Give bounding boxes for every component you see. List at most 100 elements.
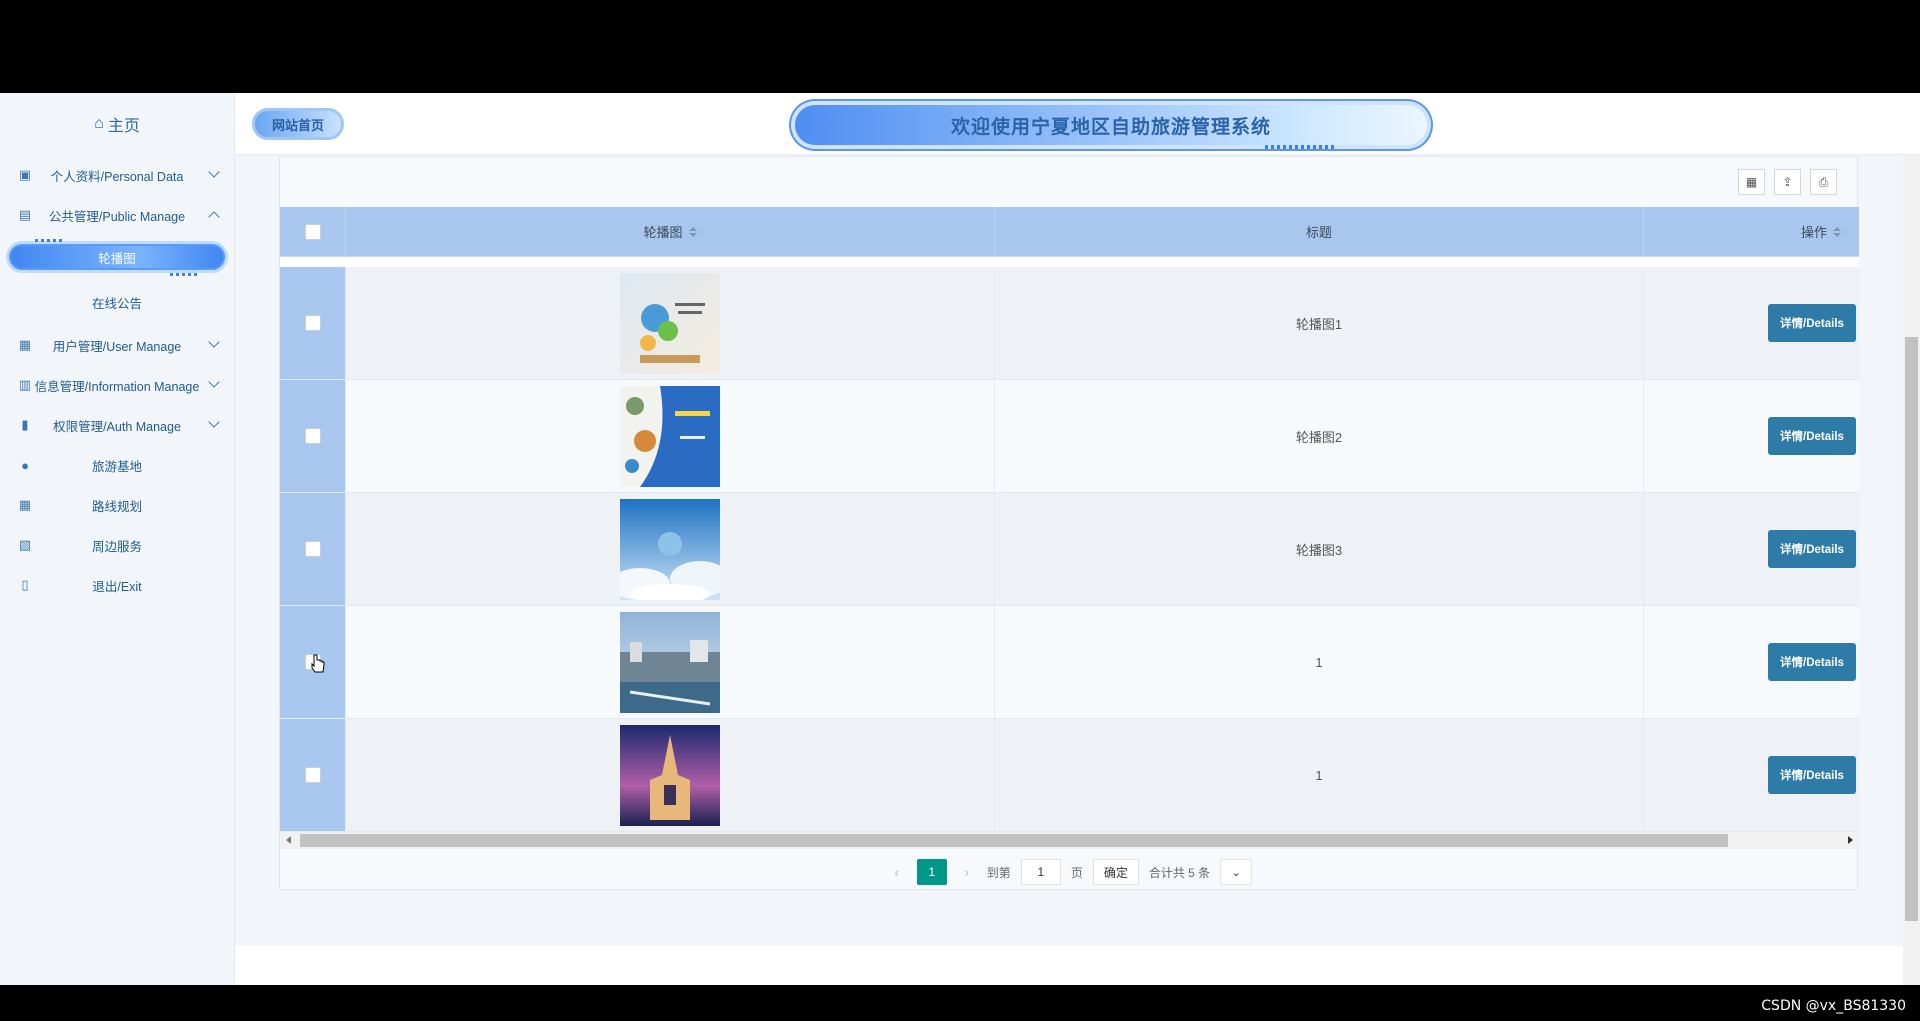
carousel-table-panel: ▦ ⇪ ⎙ 轮播图 标题 操作 轮播图1 详情/Details 轮播图2 详情/…: [279, 156, 1859, 890]
sidebar-item-label: 用户管理/User Manage: [52, 339, 182, 354]
sidebar-item-route-planning[interactable]: ▦ 路线规划: [0, 485, 234, 525]
table-row: 1 详情/Details: [280, 606, 1859, 719]
column-filter-icon[interactable]: ▦: [1738, 169, 1765, 195]
table-header: 轮播图 标题 操作: [280, 207, 1859, 257]
row-title: 1: [1315, 767, 1323, 783]
bar-chart-icon: ▥: [18, 377, 32, 392]
app-frame: ⌂ 主页 ▣ 个人资料/Personal Data ▤ 公共管理/Public …: [0, 93, 1920, 985]
details-button[interactable]: 详情/Details: [1768, 304, 1856, 342]
goto-label: 到第: [986, 865, 1011, 880]
column-header-carousel[interactable]: 轮播图: [346, 207, 995, 256]
carousel-thumbnail[interactable]: [620, 385, 720, 487]
horizontal-scrollbar[interactable]: [280, 832, 1859, 849]
sidebar-home-label: 主页: [107, 118, 140, 135]
goto-page-input[interactable]: 1: [1020, 859, 1061, 885]
row-select-cell: [280, 380, 346, 492]
row-checkbox[interactable]: [304, 541, 321, 557]
system-title-text: 欢迎使用宁夏地区自助旅游管理系统: [950, 116, 1271, 138]
clipboard-icon: ▤: [18, 207, 32, 222]
page-size-select[interactable]: ⌄: [1220, 859, 1253, 885]
scroll-left-icon[interactable]: [286, 836, 291, 844]
details-button[interactable]: 详情/Details: [1768, 417, 1856, 455]
column-header-title: 标题: [995, 207, 1644, 256]
pagination: ‹ 1 › 到第 1 页 确定 合计共 5 条 ⌄: [280, 855, 1859, 889]
site-home-button[interactable]: 网站首页: [252, 108, 344, 140]
row-title-cell: 轮播图1: [995, 267, 1644, 379]
row-checkbox[interactable]: [304, 428, 321, 444]
row-checkbox[interactable]: [304, 767, 321, 783]
column-header-label: 操作: [1800, 225, 1827, 240]
row-title-cell: 1: [995, 606, 1644, 718]
book-icon: ▯: [21, 577, 29, 592]
data-table: 轮播图 标题 操作 轮播图1 详情/Details 轮播图2 详情/Detail…: [280, 207, 1859, 832]
confirm-page-button[interactable]: 确定: [1092, 859, 1139, 885]
current-page[interactable]: 1: [916, 859, 947, 885]
row-title: 轮播图1: [1295, 316, 1343, 332]
row-checkbox[interactable]: [304, 315, 321, 331]
select-all-checkbox[interactable]: [304, 223, 321, 240]
sort-icon[interactable]: [688, 226, 697, 237]
print-icon[interactable]: ⎙: [1810, 169, 1837, 195]
row-image-cell: [346, 493, 995, 605]
row-title-cell: 轮播图3: [995, 493, 1644, 605]
sidebar-item-label: 周边服务: [91, 539, 142, 554]
sidebar-item-tourism-base[interactable]: ● 旅游基地: [0, 445, 234, 485]
sidebar-item-information-manage[interactable]: ▥ 信息管理/Information Manage: [0, 365, 234, 405]
details-button[interactable]: 详情/Details: [1768, 756, 1856, 794]
total-count: 合计共 5 条: [1148, 865, 1211, 880]
column-header-label: 标题: [1305, 225, 1332, 240]
location-person-icon: ●: [21, 457, 29, 473]
details-button[interactable]: 详情/Details: [1768, 530, 1856, 568]
row-select-cell: [280, 719, 346, 831]
sidebar-subitem-label: 轮播图: [98, 251, 136, 266]
active-pill: 轮播图: [6, 241, 228, 273]
system-title: 欢迎使用宁夏地区自助旅游管理系统: [795, 105, 1427, 145]
sidebar-item-user-manage[interactable]: ▦ 用户管理/User Manage: [0, 325, 234, 365]
carousel-thumbnail[interactable]: [620, 724, 720, 826]
row-title: 轮播图2: [1295, 429, 1343, 445]
sidebar-item-nearby-services[interactable]: ▧ 周边服务: [0, 525, 234, 565]
decor-dots: [35, 239, 63, 242]
sidebar-subitem-announcements[interactable]: 在线公告: [0, 279, 234, 325]
sort-icon[interactable]: [1833, 226, 1841, 237]
page-label: 页: [1070, 865, 1083, 880]
row-image-cell: [346, 606, 995, 718]
vertical-scroll-thumb[interactable]: [1905, 337, 1918, 921]
sidebar-item-public-manage[interactable]: ▤ 公共管理/Public Manage: [0, 195, 234, 235]
home-icon: ⌂: [94, 115, 104, 132]
sidebar-item-label: 路线规划: [91, 499, 142, 514]
sidebar-item-personal-data[interactable]: ▣ 个人资料/Personal Data: [0, 155, 234, 195]
table-toolbar: ▦ ⇪ ⎙: [1738, 169, 1837, 195]
vertical-scrollbar[interactable]: [1903, 155, 1920, 985]
scroll-right-icon[interactable]: [1848, 836, 1853, 844]
details-button[interactable]: 详情/Details: [1768, 643, 1856, 681]
table-row: 轮播图3 详情/Details: [280, 493, 1859, 606]
row-title-cell: 轮播图2: [995, 380, 1644, 492]
row-image-cell: [346, 380, 995, 492]
row-image-cell: [346, 719, 995, 831]
decor-dots: [170, 273, 198, 276]
sidebar-home[interactable]: ⌂ 主页: [0, 93, 234, 155]
sidebar-item-label: 信息管理/Information Manage: [34, 379, 200, 394]
sidebar-item-exit[interactable]: ▯ 退出/Exit: [0, 565, 234, 605]
carousel-thumbnail[interactable]: [620, 611, 720, 713]
table-row: 1 详情/Details: [280, 719, 1859, 832]
sidebar-item-auth-manage[interactable]: ▮ 权限管理/Auth Manage: [0, 405, 234, 445]
contact-card-icon: ▣: [18, 167, 32, 182]
export-icon[interactable]: ⇪: [1774, 169, 1801, 195]
column-header-label: 轮播图: [643, 225, 683, 240]
sidebar-subitem-carousel[interactable]: 轮播图: [0, 235, 234, 279]
row-title-cell: 1: [995, 719, 1644, 831]
row-select-cell: [280, 267, 346, 379]
row-select-cell: [280, 493, 346, 605]
watermark: CSDN @vx_BS81330: [1761, 998, 1906, 1014]
horizontal-scroll-thumb[interactable]: [300, 834, 1728, 847]
table-spacer: [280, 257, 1859, 267]
table-row: 轮播图1 详情/Details: [280, 267, 1859, 380]
carousel-thumbnail[interactable]: [620, 272, 720, 374]
prev-page-icon[interactable]: ‹: [887, 864, 907, 880]
column-header-actions[interactable]: 操作: [1644, 207, 1859, 256]
row-action-cell: 详情/Details: [1644, 380, 1859, 492]
carousel-thumbnail[interactable]: [620, 498, 720, 600]
next-page-icon[interactable]: ›: [957, 864, 977, 880]
